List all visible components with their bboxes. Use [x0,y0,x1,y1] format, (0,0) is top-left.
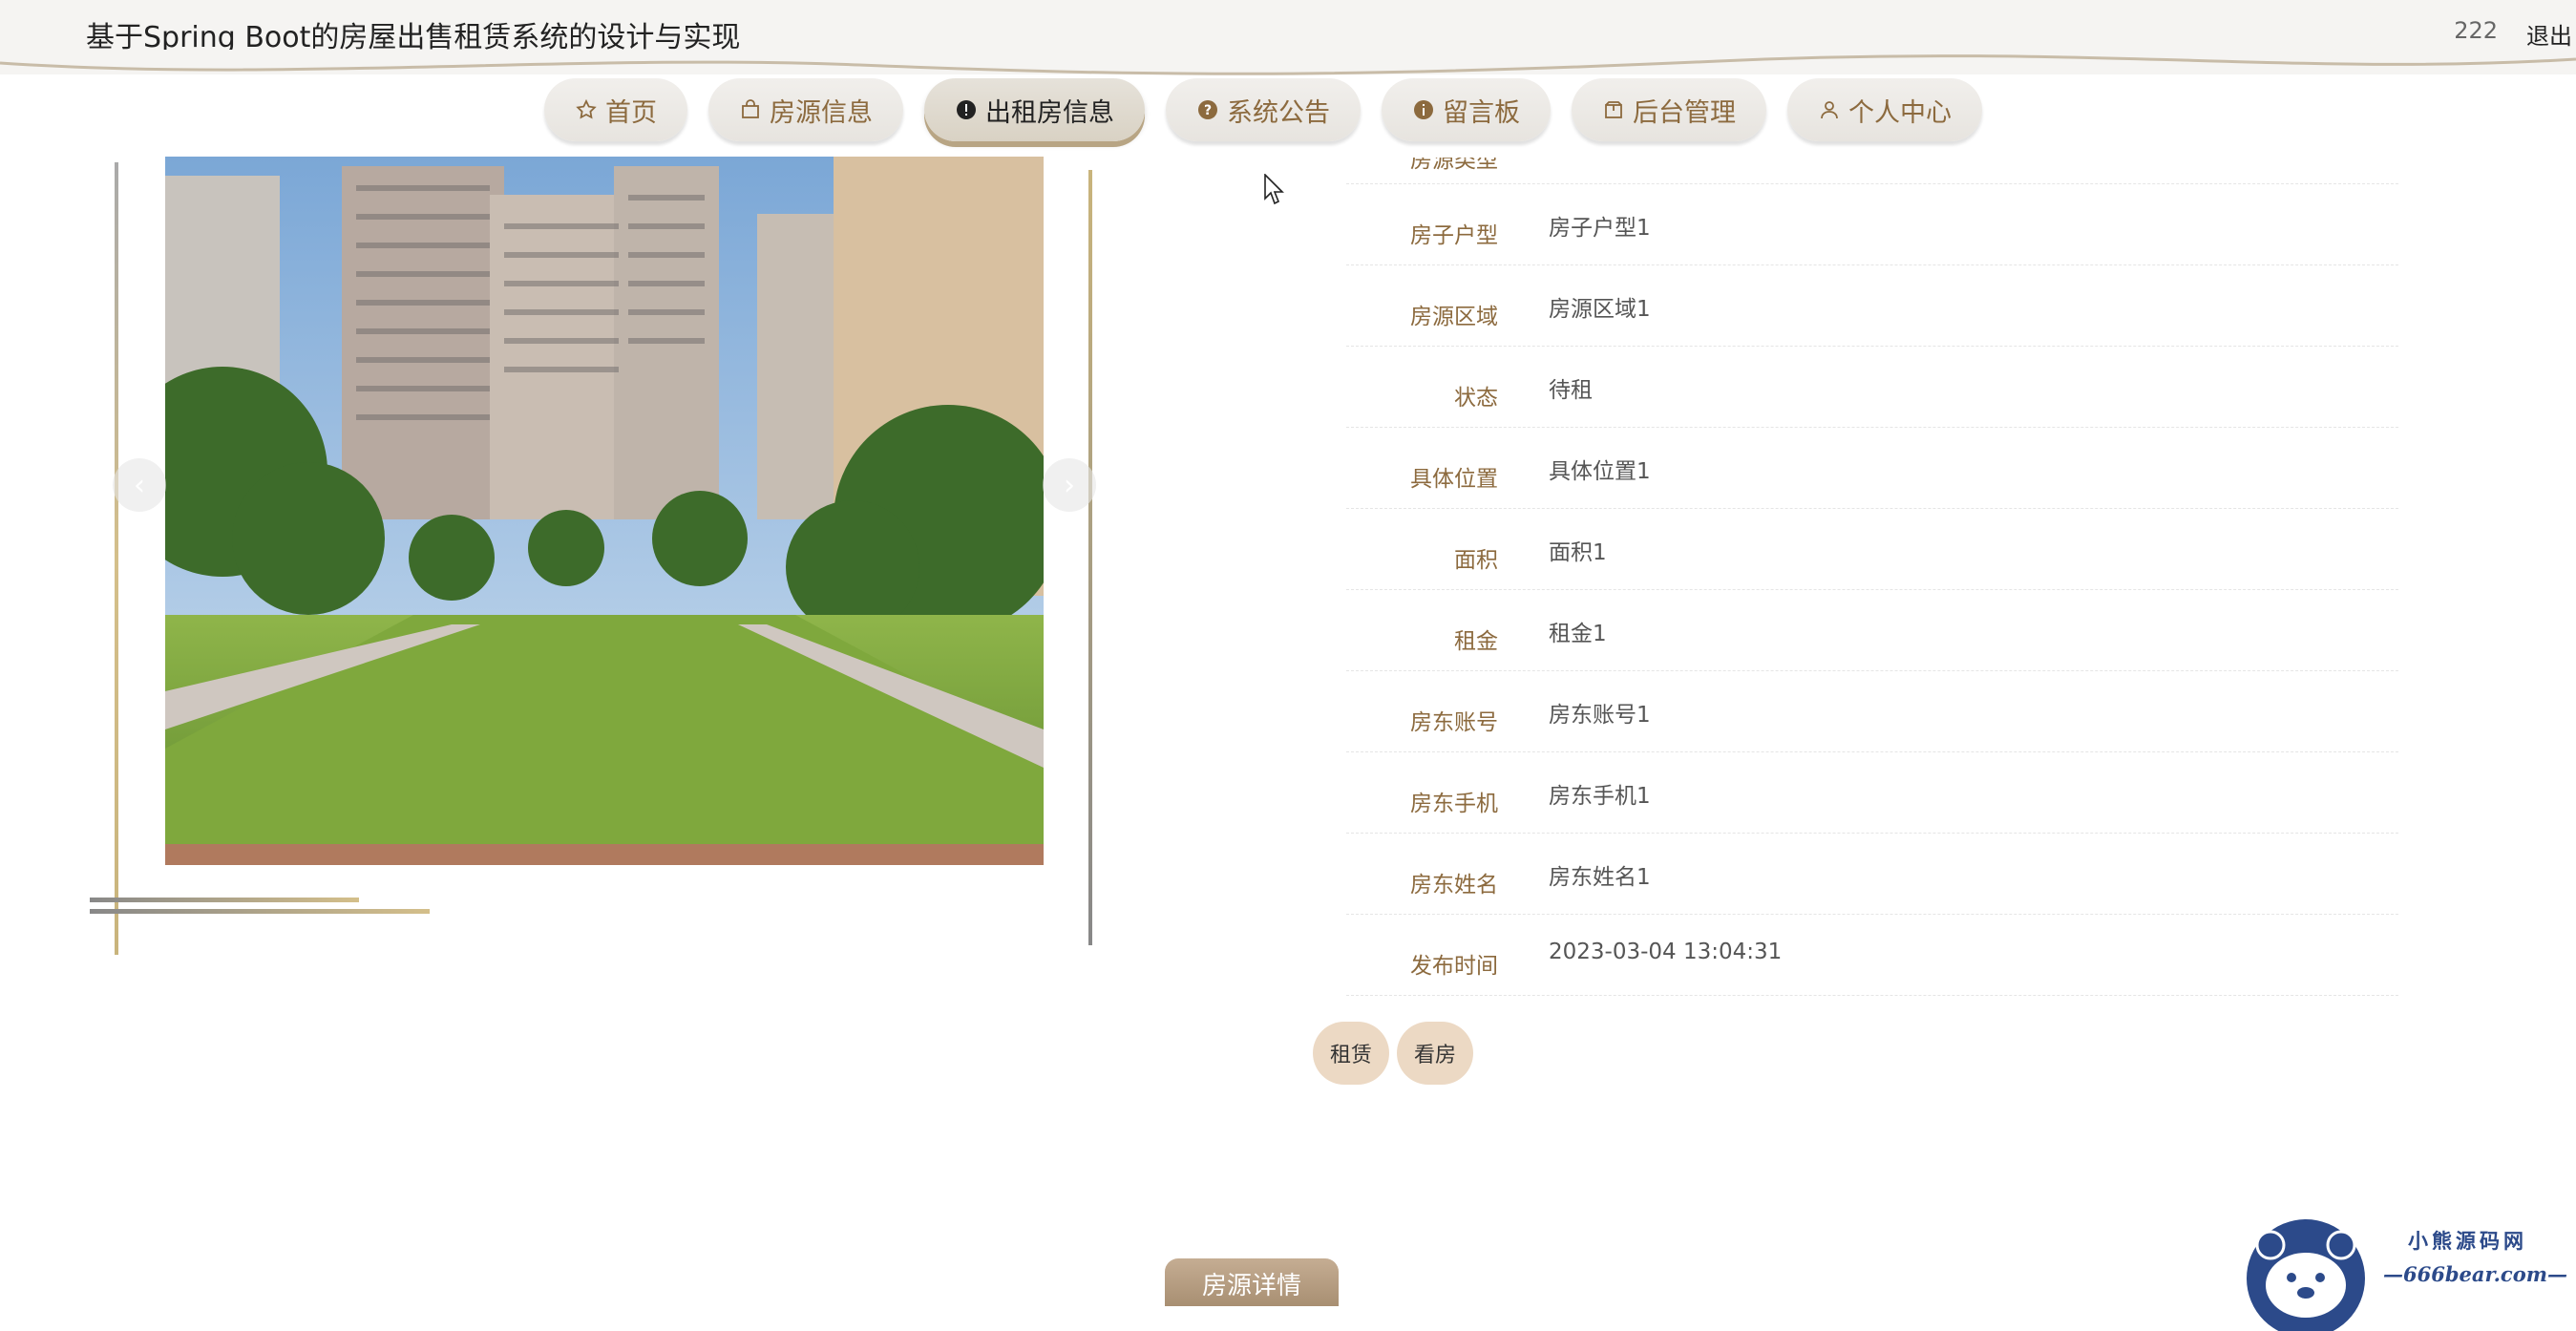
nav-item-admin[interactable]: 后台管理 [1572,78,1766,141]
detail-actions: 租赁 看房 [1313,1022,1473,1085]
mouse-cursor-icon [1264,174,1284,205]
username-label: 222 [2454,17,2498,44]
info-circle-icon [1412,98,1435,121]
detail-value: 具体位置1 [1549,459,1651,484]
detail-label: 房源类型 [1410,148,1498,173]
nav-item-profile[interactable]: 个人中心 [1787,78,1982,141]
question-circle-icon: ? [1196,98,1219,121]
detail-value: 房东姓名1 [1549,865,1651,890]
star-icon [575,98,598,121]
detail-label: 房子户型 [1410,223,1498,248]
bag-icon [739,98,762,121]
person-icon [1818,98,1841,121]
nav-item-label: 首页 [605,97,657,128]
frame-decoration [1088,170,1092,945]
view-house-button[interactable]: 看房 [1397,1022,1473,1085]
detail-row: 具体位置 具体位置1 [1346,428,2398,509]
rent-button[interactable]: 租赁 [1313,1022,1389,1085]
image-carousel: ‹ › [88,153,1119,955]
detail-value: 房东手机1 [1549,784,1651,809]
carousel-prev-button[interactable]: ‹ [113,458,166,512]
detail-label: 房东账号 [1410,710,1498,735]
frame-decoration [90,898,359,902]
detail-row: 租金 租金1 [1346,590,2398,671]
property-photo [165,157,1044,865]
nav-item-label: 系统公告 [1227,97,1330,128]
detail-value: 房源区域1 [1549,297,1651,322]
svg-text:?: ? [1204,103,1212,118]
frame-decoration [115,162,118,955]
nav-item-label: 后台管理 [1633,97,1736,128]
detail-row: 房源类型 [1346,134,2398,184]
detail-label: 房东姓名 [1410,873,1498,898]
nav-item-label: 留言板 [1443,97,1520,128]
box-icon [1602,98,1625,121]
exclamation-circle-icon [955,98,978,121]
nav-item-listings[interactable]: 房源信息 [708,78,903,141]
detail-row: 发布时间 2023-03-04 13:04:31 [1346,915,2398,996]
watermark-url: —666bear.com— [2383,1262,2567,1286]
detail-label: 发布时间 [1410,954,1498,979]
nav-item-home[interactable]: 首页 [544,78,687,141]
detail-row: 房源区域 房源区域1 [1346,265,2398,347]
detail-row: 房东账号 房东账号1 [1346,671,2398,752]
detail-value: 房子户型1 [1549,216,1651,241]
frame-decoration [90,909,430,914]
detail-row: 房东姓名 房东姓名1 [1346,834,2398,915]
nav-item-message-board[interactable]: 留言板 [1382,78,1551,141]
section-tab-property-details[interactable]: 房源详情 [1165,1258,1339,1306]
nav-item-rentals[interactable]: 出租房信息 [924,78,1145,141]
carousel-next-button[interactable]: › [1043,458,1096,512]
nav-item-label: 出租房信息 [985,97,1114,128]
detail-value: 待租 [1549,378,1593,403]
watermark-title: 小熊源码网 [2408,1230,2527,1253]
detail-value: 房东账号1 [1549,703,1651,728]
watermark-logo: 小熊源码网 —666bear.com— [2244,1213,2568,1331]
detail-label: 具体位置 [1410,467,1498,492]
detail-label: 房东手机 [1410,792,1498,816]
detail-label: 房源区域 [1410,305,1498,329]
detail-value: 2023-03-04 13:04:31 [1549,940,1783,964]
detail-value: 面积1 [1549,540,1607,565]
nav-item-announcements[interactable]: ? 系统公告 [1166,78,1361,141]
detail-label: 租金 [1454,629,1498,654]
detail-label: 状态 [1454,386,1498,411]
nav-item-label: 房源信息 [770,97,873,128]
detail-row: 状态 待租 [1346,347,2398,428]
nav-item-label: 个人中心 [1848,97,1952,128]
detail-label: 面积 [1454,548,1498,573]
detail-row: 房东手机 房东手机1 [1346,752,2398,834]
logout-button[interactable]: 退出 [2526,17,2572,51]
detail-row: 房子户型 房子户型1 [1346,184,2398,265]
bear-logo-icon [2247,1219,2365,1331]
detail-row: 面积 面积1 [1346,509,2398,590]
property-details: 房源类型 房子户型 房子户型1 房源区域 房源区域1 状态 待租 具体位置 具体… [1346,134,2398,996]
detail-value: 租金1 [1549,622,1607,646]
